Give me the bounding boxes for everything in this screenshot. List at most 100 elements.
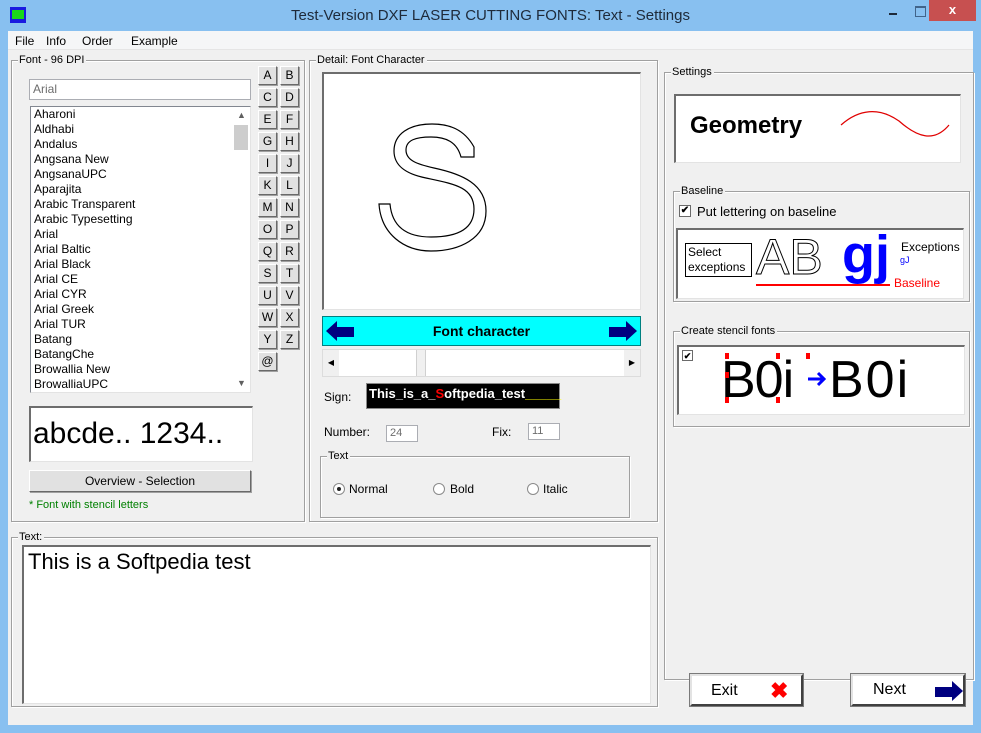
letter-button-n[interactable]: N xyxy=(280,198,299,217)
radio-normal[interactable] xyxy=(333,483,345,495)
letter-button-v[interactable]: V xyxy=(280,286,299,305)
fix-field[interactable]: 11 xyxy=(528,423,560,440)
letter-button-f[interactable]: F xyxy=(280,110,299,129)
number-field[interactable]: 24 xyxy=(386,425,418,442)
letter-button-w[interactable]: W xyxy=(258,308,277,327)
letter-button-k[interactable]: K xyxy=(258,176,277,195)
font-list[interactable]: Aharoni Aldhabi Andalus Angsana New AngsanaU… xyxy=(30,106,251,393)
scroll-thumb[interactable] xyxy=(234,125,248,150)
letter-button-r[interactable]: R xyxy=(280,242,299,261)
letter-button-c[interactable]: C xyxy=(258,88,277,107)
radio-italic-label[interactable]: Italic xyxy=(543,482,568,496)
font-list-item[interactable]: Arial xyxy=(31,227,250,242)
font-list-item[interactable]: AngsanaUPC xyxy=(31,167,250,182)
stencil-before-sample: B0i xyxy=(721,351,794,409)
exit-x-icon: ✖ xyxy=(770,678,789,703)
slider-right-icon[interactable]: ▶ xyxy=(624,350,640,376)
letter-button-g[interactable]: G xyxy=(258,132,277,151)
letter-button-u[interactable]: U xyxy=(258,286,277,305)
geometry-preview[interactable]: Geometry xyxy=(674,94,961,163)
exit-button[interactable]: Exit ✖ xyxy=(689,673,804,707)
letter-button-at[interactable]: @ xyxy=(258,352,277,371)
next-button[interactable]: Next xyxy=(850,673,966,707)
stencil-bridge-mark xyxy=(806,353,810,359)
outline-sample: AB xyxy=(756,229,824,285)
font-list-item[interactable]: Arial CE xyxy=(31,272,250,287)
scroll-down-icon[interactable]: ▼ xyxy=(233,375,250,392)
select-exceptions-button[interactable]: Select exceptions xyxy=(685,243,752,277)
letter-button-d[interactable]: D xyxy=(280,88,299,107)
letter-button-e[interactable]: E xyxy=(258,110,277,129)
exit-label: Exit xyxy=(711,682,738,699)
stencil-note: * Font with stencil letters xyxy=(29,499,149,511)
minimize-button[interactable] xyxy=(884,0,911,22)
overview-selection-button[interactable]: Overview - Selection xyxy=(29,470,251,492)
letter-button-x[interactable]: X xyxy=(280,308,299,327)
letter-button-y[interactable]: Y xyxy=(258,330,277,349)
font-list-item[interactable]: Browallia New xyxy=(31,362,250,377)
font-list-item[interactable]: Arial TUR xyxy=(31,317,250,332)
letter-button-z[interactable]: Z xyxy=(280,330,299,349)
font-list-item[interactable]: Andalus xyxy=(31,137,250,152)
letter-button-t[interactable]: T xyxy=(280,264,299,283)
font-name-input[interactable]: Arial xyxy=(29,79,251,100)
letter-button-m[interactable]: M xyxy=(258,198,277,217)
character-outline-glyph xyxy=(378,123,487,252)
scroll-up-icon[interactable]: ▲ xyxy=(233,107,250,124)
menu-order[interactable]: Order xyxy=(82,34,113,48)
close-button[interactable]: x xyxy=(929,0,976,21)
text-style-group: Text Normal Bold Italic xyxy=(320,449,630,518)
stencil-group-label: Create stencil fonts xyxy=(680,324,778,338)
sign-current-char: S xyxy=(435,386,445,401)
sign-label: Sign: xyxy=(324,390,352,404)
stencil-group: Create stencil fonts ✔ B0i B0i xyxy=(673,324,970,427)
font-list-item[interactable]: Arabic Transparent xyxy=(31,197,250,212)
text-group: Text: This is a Softpedia test xyxy=(11,530,658,707)
font-list-item[interactable]: Arial Baltic xyxy=(31,242,250,257)
font-list-item[interactable]: BatangChe xyxy=(31,347,250,362)
font-list-item[interactable]: Batang xyxy=(31,332,250,347)
font-list-item[interactable]: Arial CYR xyxy=(31,287,250,302)
stencil-checkbox[interactable]: ✔ xyxy=(682,350,693,361)
letter-button-l[interactable]: L xyxy=(280,176,299,195)
stencil-bridge-mark xyxy=(725,353,729,359)
font-list-item[interactable]: Aparajita xyxy=(31,182,250,197)
slider-left-icon[interactable]: ◀ xyxy=(323,350,339,376)
menu-example[interactable]: Example xyxy=(131,34,178,48)
radio-bold[interactable] xyxy=(433,483,445,495)
text-input[interactable]: This is a Softpedia test xyxy=(22,545,651,704)
font-list-item[interactable]: Angsana New xyxy=(31,152,250,167)
title-bar[interactable]: Test-Version DXF LASER CUTTING FONTS: Te… xyxy=(0,0,981,32)
font-list-item[interactable]: Aldhabi xyxy=(31,122,250,137)
letter-button-b[interactable]: B xyxy=(280,66,299,85)
character-slider[interactable]: ◀ ▶ xyxy=(322,349,641,377)
letter-button-s[interactable]: S xyxy=(258,264,277,283)
next-arrow-icon[interactable] xyxy=(607,321,637,341)
font-list-item[interactable]: Arial Greek xyxy=(31,302,250,317)
stencil-arrow-icon xyxy=(808,371,827,387)
letter-button-o[interactable]: O xyxy=(258,220,277,239)
next-arrow-icon-footer xyxy=(935,681,963,701)
radio-italic[interactable] xyxy=(527,483,539,495)
font-list-item[interactable]: Aharoni xyxy=(31,107,250,122)
letter-button-h[interactable]: H xyxy=(280,132,299,151)
menu-file[interactable]: File xyxy=(15,34,34,48)
letter-button-q[interactable]: Q xyxy=(258,242,277,261)
menu-info[interactable]: Info xyxy=(46,34,66,48)
baseline-group: Baseline ✔ Put lettering on baseline Sel… xyxy=(673,184,970,302)
font-list-item[interactable]: BrowalliaUPC xyxy=(31,377,250,392)
sign-trailing: _____ xyxy=(525,386,562,401)
font-list-item[interactable]: Arabic Typesetting xyxy=(31,212,250,227)
slider-thumb[interactable] xyxy=(416,350,426,376)
letter-button-i[interactable]: I xyxy=(258,154,277,173)
font-list-item[interactable]: Arial Black xyxy=(31,257,250,272)
letter-button-j[interactable]: J xyxy=(280,154,299,173)
letter-button-p[interactable]: P xyxy=(280,220,299,239)
font-list-scrollbar[interactable]: ▲ ▼ xyxy=(233,107,250,392)
baseline-checkbox[interactable]: ✔ xyxy=(679,205,691,217)
radio-normal-label[interactable]: Normal xyxy=(349,482,388,496)
letter-button-a[interactable]: A xyxy=(258,66,277,85)
sign-suffix: oftpedia_test xyxy=(444,386,526,401)
baseline-checkbox-label[interactable]: Put lettering on baseline xyxy=(697,204,836,219)
radio-bold-label[interactable]: Bold xyxy=(450,482,474,496)
